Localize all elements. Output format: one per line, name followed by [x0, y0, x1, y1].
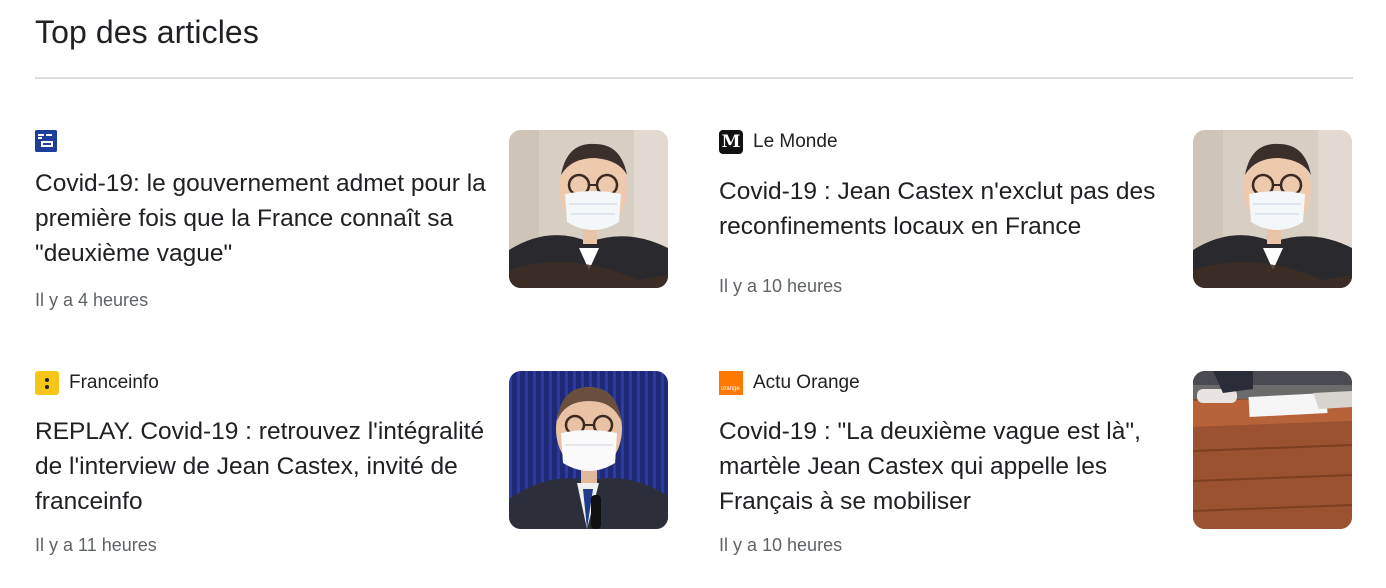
article-card-2[interactable]: M Le Monde Covid-19 : Jean Castex n'excl… [719, 130, 1352, 330]
source-name: Franceinfo [69, 372, 159, 393]
article-time: Il y a 10 heures [719, 535, 843, 555]
divider [35, 77, 1353, 79]
article-headline[interactable]: Covid-19 : Jean Castex n'exclut pas des … [719, 174, 1174, 244]
assembly-desk-thumbnail[interactable] [1193, 371, 1352, 529]
source-name: Actu Orange [753, 372, 860, 393]
masked-man-thumbnail[interactable] [1193, 130, 1352, 288]
source-name: Le Monde [753, 131, 838, 152]
orange-logo: orange [719, 371, 743, 395]
article-time: Il y a 4 heures [35, 290, 149, 310]
masked-man-thumbnail[interactable] [509, 130, 668, 288]
article-card-3[interactable]: Franceinfo REPLAY. Covid-19 : retrouvez … [35, 371, 668, 571]
franceinfo-logo [35, 371, 59, 395]
article-time: Il y a 10 heures [719, 276, 843, 296]
interview-thumbnail[interactable] [509, 371, 668, 529]
le-monde-logo: M [719, 130, 743, 154]
bfmtv-logo [35, 130, 57, 152]
article-card-1[interactable]: Covid-19: le gouvernement admet pour la … [35, 130, 668, 330]
article-card-4[interactable]: orange Actu Orange Covid-19 : "La deuxiè… [719, 371, 1352, 571]
article-headline[interactable]: Covid-19 : "La deuxième vague est là", m… [719, 414, 1174, 519]
page-title: Top des articles [35, 14, 259, 50]
article-time: Il y a 11 heures [35, 535, 157, 555]
article-headline[interactable]: Covid-19: le gouvernement admet pour la … [35, 166, 490, 271]
article-headline[interactable]: REPLAY. Covid-19 : retrouvez l'intégrali… [35, 414, 490, 519]
